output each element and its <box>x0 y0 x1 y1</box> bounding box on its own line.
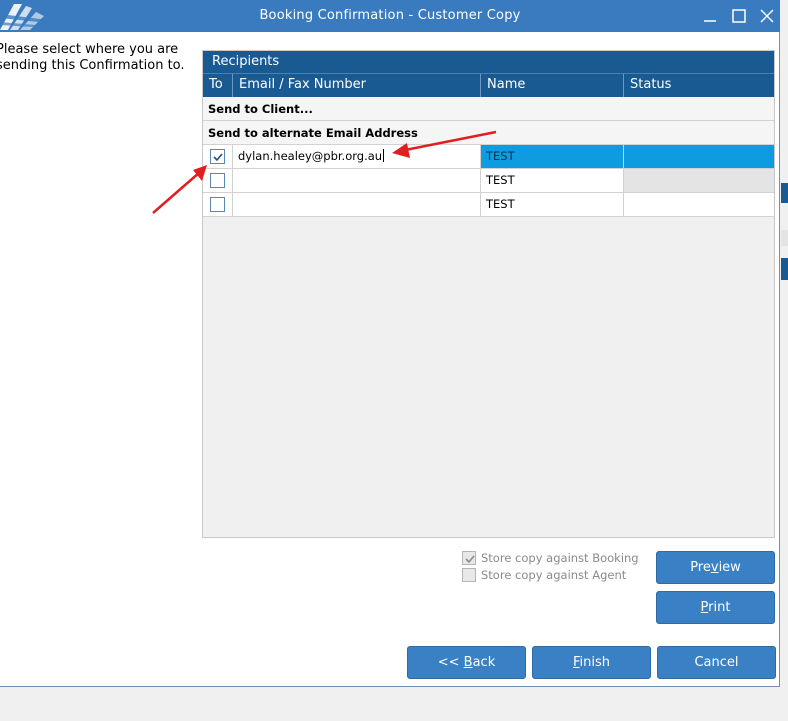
back-label-start: << <box>437 655 464 670</box>
background-window-strip <box>781 258 788 280</box>
recipient-row-1-checkbox[interactable] <box>210 149 225 164</box>
recipient-row-2-name: TEST <box>481 169 624 192</box>
recipient-row-2[interactable]: TEST <box>203 169 774 193</box>
booking-confirmation-window: Booking Confirmation - Customer Copy Ple… <box>0 0 780 687</box>
close-icon[interactable] <box>757 6 777 26</box>
instruction-line-1: Please select where you are <box>0 42 179 57</box>
column-header-name[interactable]: Name <box>481 74 624 97</box>
recipient-row-1-to-cell <box>203 145 233 168</box>
preview-button[interactable]: Preview <box>656 551 775 584</box>
recipient-row-2-checkbox[interactable] <box>210 173 225 188</box>
store-booking-checkbox[interactable] <box>462 551 476 565</box>
recipient-row-2-to-cell <box>203 169 233 192</box>
recipients-panel-title: Recipients <box>203 51 774 73</box>
recipient-row-3-name: TEST <box>481 193 624 216</box>
text-caret <box>383 149 385 162</box>
finish-button[interactable]: Finish <box>532 646 651 679</box>
instruction-line-2: sending this Confirmation to. <box>0 58 185 73</box>
recipient-row-1-status <box>624 145 774 168</box>
preview-label-end: iew <box>718 560 741 575</box>
column-header-email[interactable]: Email / Fax Number <box>233 74 481 97</box>
recipient-row-2-email-input[interactable] <box>233 169 481 192</box>
maximize-icon[interactable] <box>729 6 749 26</box>
recipient-row-3-email-input[interactable] <box>233 193 481 216</box>
background-window-strip <box>781 183 788 203</box>
cancel-label: Cancel <box>694 655 739 670</box>
print-button[interactable]: Print <box>656 591 775 624</box>
cancel-button[interactable]: Cancel <box>657 646 776 679</box>
column-header-to[interactable]: To <box>203 74 233 97</box>
recipient-row-1-email-input[interactable]: dylan.healey@pbr.org.au <box>233 145 481 168</box>
checkmark-icon <box>213 153 223 162</box>
group-send-to-client[interactable]: Send to Client... <box>203 97 774 121</box>
recipient-row-1[interactable]: dylan.healey@pbr.org.au TEST <box>203 145 774 169</box>
back-button[interactable]: << Back <box>407 646 526 679</box>
instruction-text: Please select where you are sending this… <box>0 42 196 74</box>
print-label-end: rint <box>708 600 731 615</box>
back-accelerator: B <box>463 655 473 670</box>
minimize-icon[interactable] <box>700 6 720 26</box>
print-accelerator: P <box>700 600 709 615</box>
recipients-grid: Recipients To Email / Fax Number Name St… <box>202 50 775 538</box>
window-title: Booking Confirmation - Customer Copy <box>259 8 521 23</box>
store-booking-label: Store copy against Booking <box>481 551 639 565</box>
preview-label-start: Pre <box>690 560 711 575</box>
preview-accelerator: v <box>710 560 719 575</box>
finish-label-end: inish <box>579 655 611 670</box>
checkmark-icon <box>465 555 475 564</box>
recipient-row-3-status <box>624 193 774 216</box>
column-header-row: To Email / Fax Number Name Status <box>203 73 774 97</box>
recipient-row-1-name: TEST <box>481 145 624 168</box>
back-label-end: ack <box>472 655 496 670</box>
recipient-row-2-status <box>624 169 774 192</box>
recipient-row-1-email-value: dylan.healey@pbr.org.au <box>238 149 383 163</box>
background-window-strip <box>781 230 788 246</box>
column-header-status[interactable]: Status <box>624 74 774 97</box>
recipient-row-3[interactable]: TEST <box>203 193 774 217</box>
store-agent-checkbox[interactable] <box>462 568 476 582</box>
group-send-to-alternate[interactable]: Send to alternate Email Address <box>203 121 774 145</box>
title-bar[interactable]: Booking Confirmation - Customer Copy <box>0 0 780 32</box>
recipient-row-3-checkbox[interactable] <box>210 197 225 212</box>
store-agent-label: Store copy against Agent <box>481 568 627 582</box>
recipient-row-3-to-cell <box>203 193 233 216</box>
